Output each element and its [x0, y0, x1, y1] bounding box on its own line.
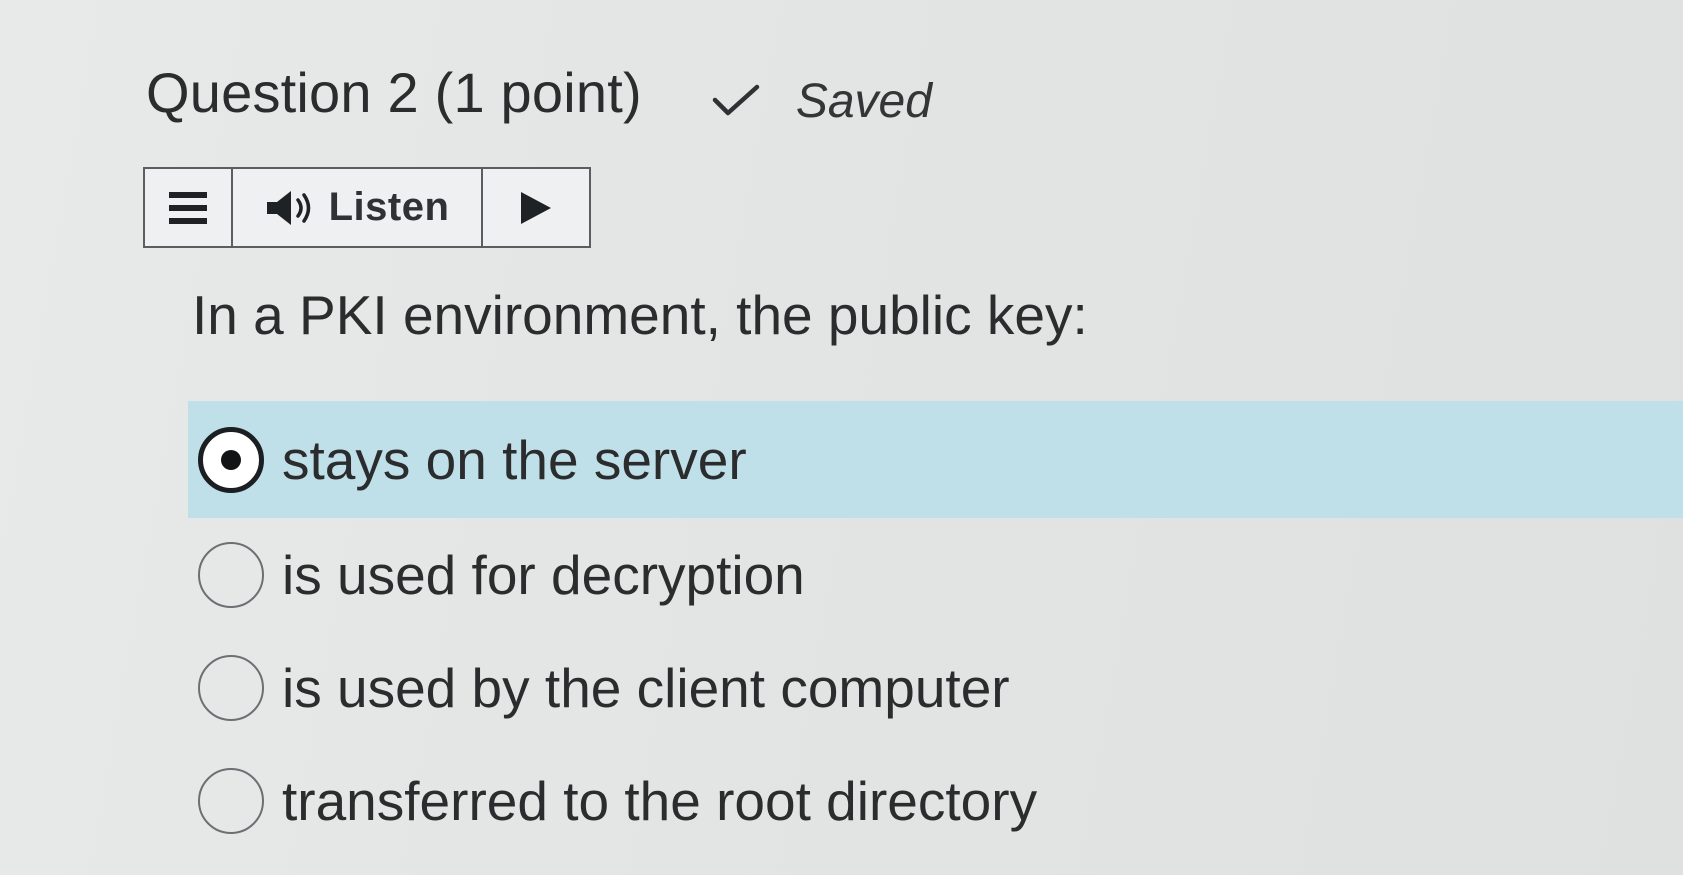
radio-button-selected[interactable]	[198, 426, 264, 493]
answer-option-label: is used by the client computer	[282, 656, 1010, 719]
answer-option-label: stays on the server	[282, 428, 747, 491]
question-header: Question 2 (1 point) Saved	[146, 60, 932, 128]
answer-options: stays on the server is used for decrypti…	[188, 401, 1683, 857]
answer-option[interactable]: is used for decryption	[188, 518, 1683, 631]
answer-option[interactable]: transferred to the root directory	[188, 744, 1683, 857]
listen-toolbar: Listen	[143, 167, 591, 248]
radio-dot	[221, 449, 241, 470]
saved-label: Saved	[795, 74, 932, 128]
answer-option[interactable]: stays on the server	[188, 401, 1683, 518]
answer-option-label: is used for decryption	[282, 543, 805, 606]
listen-label: Listen	[328, 185, 450, 229]
answer-option[interactable]: is used by the client computer	[188, 631, 1683, 744]
listen-menu-button[interactable]	[145, 169, 233, 246]
answer-option-label: transferred to the root directory	[282, 769, 1038, 832]
play-button[interactable]	[483, 169, 589, 246]
saved-status: Saved	[712, 74, 932, 129]
question-prompt: In a PKI environment, the public key:	[192, 284, 1088, 346]
radio-button[interactable]	[198, 767, 264, 834]
listen-button[interactable]: Listen	[233, 169, 483, 246]
quiz-page: Question 2 (1 point) Saved Listen In a P…	[0, 0, 1683, 875]
question-title: Question 2 (1 point)	[146, 61, 642, 124]
speaker-icon	[266, 190, 310, 225]
hamburger-menu-icon	[169, 191, 207, 224]
checkmark-icon	[712, 84, 760, 116]
radio-button[interactable]	[198, 654, 264, 721]
radio-button[interactable]	[198, 541, 264, 608]
play-icon	[521, 191, 551, 224]
